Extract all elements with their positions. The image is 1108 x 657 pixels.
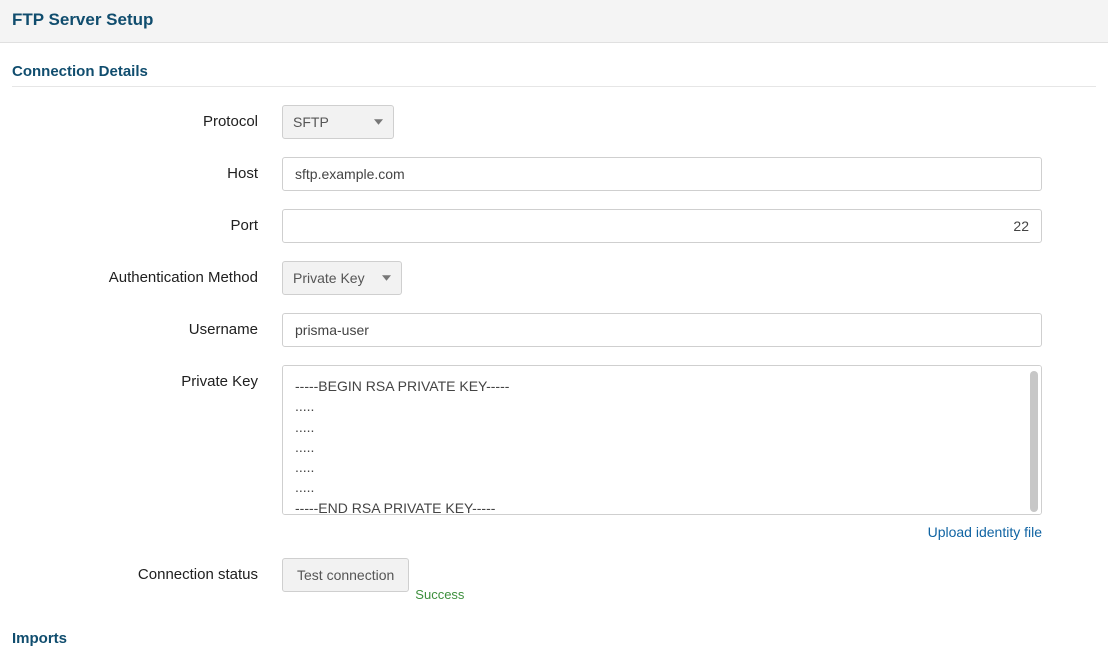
port-input[interactable] [282, 209, 1042, 243]
test-connection-button[interactable]: Test connection [282, 558, 409, 592]
connection-details-title: Connection Details [12, 63, 1096, 87]
private-key-row: Private Key Upload identity file [12, 365, 1096, 540]
connection-status-label: Connection status [12, 558, 282, 583]
page-header: FTP Server Setup [0, 0, 1108, 43]
auth-method-label: Authentication Method [12, 261, 282, 286]
private-key-label: Private Key [12, 365, 282, 390]
protocol-label: Protocol [12, 105, 282, 130]
caret-down-icon [374, 119, 383, 125]
auth-method-select[interactable]: Private Key [282, 261, 402, 295]
imports-title: Imports [12, 630, 1096, 653]
port-row: Port [12, 209, 1096, 243]
imports-section: Imports [0, 610, 1108, 657]
connection-status-row: Connection status Test connection Succes… [12, 558, 1096, 592]
test-connection-button-label: Test connection [297, 567, 394, 583]
port-label: Port [12, 209, 282, 234]
auth-method-value: Private Key [293, 270, 365, 286]
host-row: Host [12, 157, 1096, 191]
host-label: Host [12, 157, 282, 182]
protocol-row: Protocol SFTP [12, 105, 1096, 139]
connection-status-result: Success [415, 587, 464, 602]
host-input[interactable] [282, 157, 1042, 191]
username-row: Username [12, 313, 1096, 347]
caret-down-icon [382, 275, 391, 281]
page-title: FTP Server Setup [12, 10, 1096, 30]
protocol-select[interactable]: SFTP [282, 105, 394, 139]
username-label: Username [12, 313, 282, 338]
protocol-select-value: SFTP [293, 114, 329, 130]
connection-details-section: Connection Details Protocol SFTP Host Po… [0, 43, 1108, 592]
upload-identity-file-link[interactable]: Upload identity file [928, 524, 1042, 540]
username-input[interactable] [282, 313, 1042, 347]
private-key-textarea[interactable] [282, 365, 1042, 515]
auth-method-row: Authentication Method Private Key [12, 261, 1096, 295]
